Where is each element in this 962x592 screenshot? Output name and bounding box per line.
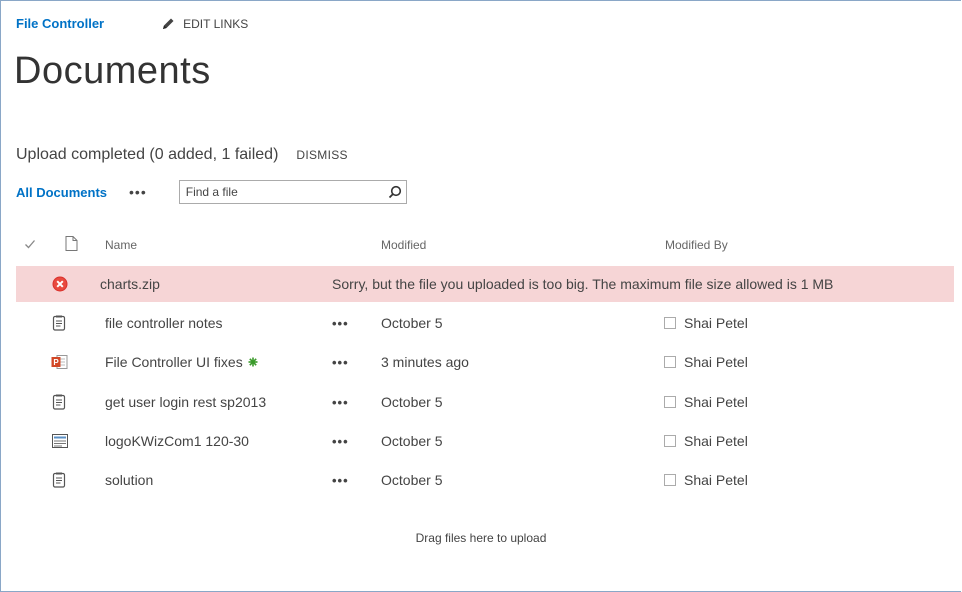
- modified-date: October 5: [381, 315, 443, 331]
- upload-status-text: Upload completed (0 added, 1 failed): [16, 146, 279, 163]
- file-name-link[interactable]: get user login rest sp2013: [105, 384, 266, 420]
- select-all-checkmark-icon[interactable]: [24, 236, 36, 258]
- row-ellipsis-button[interactable]: •••: [332, 384, 349, 420]
- search-input[interactable]: [179, 184, 384, 200]
- text-document-icon: [52, 462, 66, 498]
- presence-indicator-icon: [664, 356, 676, 368]
- text-document-icon: [52, 384, 66, 420]
- dismiss-button[interactable]: DISMISS: [296, 148, 347, 162]
- file-name-link[interactable]: file controller notes: [105, 305, 223, 341]
- row-ellipsis-button[interactable]: •••: [332, 344, 349, 380]
- modified-by-user[interactable]: Shai Petel: [684, 472, 748, 488]
- presence-indicator-icon: [664, 317, 676, 329]
- powerpoint-icon: P: [51, 344, 68, 380]
- column-header-modified-by[interactable]: Modified By: [665, 238, 728, 260]
- file-type-header-icon[interactable]: [65, 236, 78, 258]
- upload-error-row: charts.zip Sorry, but the file you uploa…: [16, 266, 954, 302]
- presence-indicator-icon: [664, 474, 676, 486]
- modified-by-user[interactable]: Shai Petel: [684, 354, 748, 370]
- search-icon[interactable]: [384, 185, 406, 199]
- search-box: [178, 180, 407, 204]
- file-name-link[interactable]: solution: [105, 462, 153, 498]
- edit-links-label: EDIT LINKS: [183, 16, 249, 31]
- modified-by-cell: Shai Petel: [664, 344, 748, 380]
- modified-by-user[interactable]: Shai Petel: [684, 433, 748, 449]
- modified-date: October 5: [381, 433, 443, 449]
- column-header-modified[interactable]: Modified: [381, 238, 426, 260]
- presence-indicator-icon: [664, 396, 676, 408]
- pencil-icon: [163, 18, 174, 29]
- modified-by-cell: Shai Petel: [664, 423, 748, 459]
- table-row[interactable]: get user login rest sp2013 ••• October 5…: [16, 384, 954, 420]
- table-row[interactable]: file controller notes ••• October 5 Shai…: [16, 305, 954, 341]
- file-name-link[interactable]: logoKWizCom1 120-30: [105, 423, 249, 459]
- table-row[interactable]: logoKWizCom1 120-30 ••• October 5 Shai P…: [16, 423, 954, 459]
- edit-links-button[interactable]: EDIT LINKS: [162, 17, 248, 31]
- modified-date: October 5: [381, 394, 443, 410]
- row-ellipsis-button[interactable]: •••: [332, 462, 349, 498]
- drag-drop-upload-hint[interactable]: Drag files here to upload: [0, 531, 962, 545]
- modified-by-cell: Shai Petel: [664, 384, 748, 420]
- row-ellipsis-button[interactable]: •••: [332, 423, 349, 459]
- new-item-icon: [248, 357, 258, 367]
- view-more-ellipsis-button[interactable]: •••: [129, 184, 147, 200]
- column-header-name[interactable]: Name: [105, 238, 137, 260]
- modified-date: October 5: [381, 472, 443, 488]
- error-file-name: charts.zip: [100, 276, 160, 292]
- modified-by-user[interactable]: Shai Petel: [684, 315, 748, 331]
- row-ellipsis-button[interactable]: •••: [332, 305, 349, 341]
- view-toolbar: All Documents •••: [16, 180, 407, 204]
- modified-by-cell: Shai Petel: [664, 305, 748, 341]
- file-name-text: File Controller UI fixes: [105, 354, 243, 370]
- modified-by-user[interactable]: Shai Petel: [684, 394, 748, 410]
- table-row[interactable]: solution ••• October 5 Shai Petel: [16, 462, 954, 498]
- image-icon: [52, 423, 68, 459]
- all-documents-view-link[interactable]: All Documents: [16, 185, 107, 200]
- error-message: Sorry, but the file you uploaded is too …: [332, 276, 834, 292]
- upload-status-bar: Upload completed (0 added, 1 failed) DIS…: [16, 146, 348, 164]
- top-nav: File Controller EDIT LINKS: [16, 16, 248, 31]
- svg-text:P: P: [53, 358, 59, 367]
- modified-date: 3 minutes ago: [381, 354, 469, 370]
- file-name-link[interactable]: File Controller UI fixes: [105, 344, 258, 380]
- error-icon: [52, 266, 68, 302]
- page-title: Documents: [14, 50, 211, 92]
- text-document-icon: [52, 305, 66, 341]
- site-title-link[interactable]: File Controller: [16, 16, 104, 31]
- table-row[interactable]: P File Controller UI fixes ••• 3 minutes…: [16, 344, 954, 380]
- presence-indicator-icon: [664, 435, 676, 447]
- modified-by-cell: Shai Petel: [664, 462, 748, 498]
